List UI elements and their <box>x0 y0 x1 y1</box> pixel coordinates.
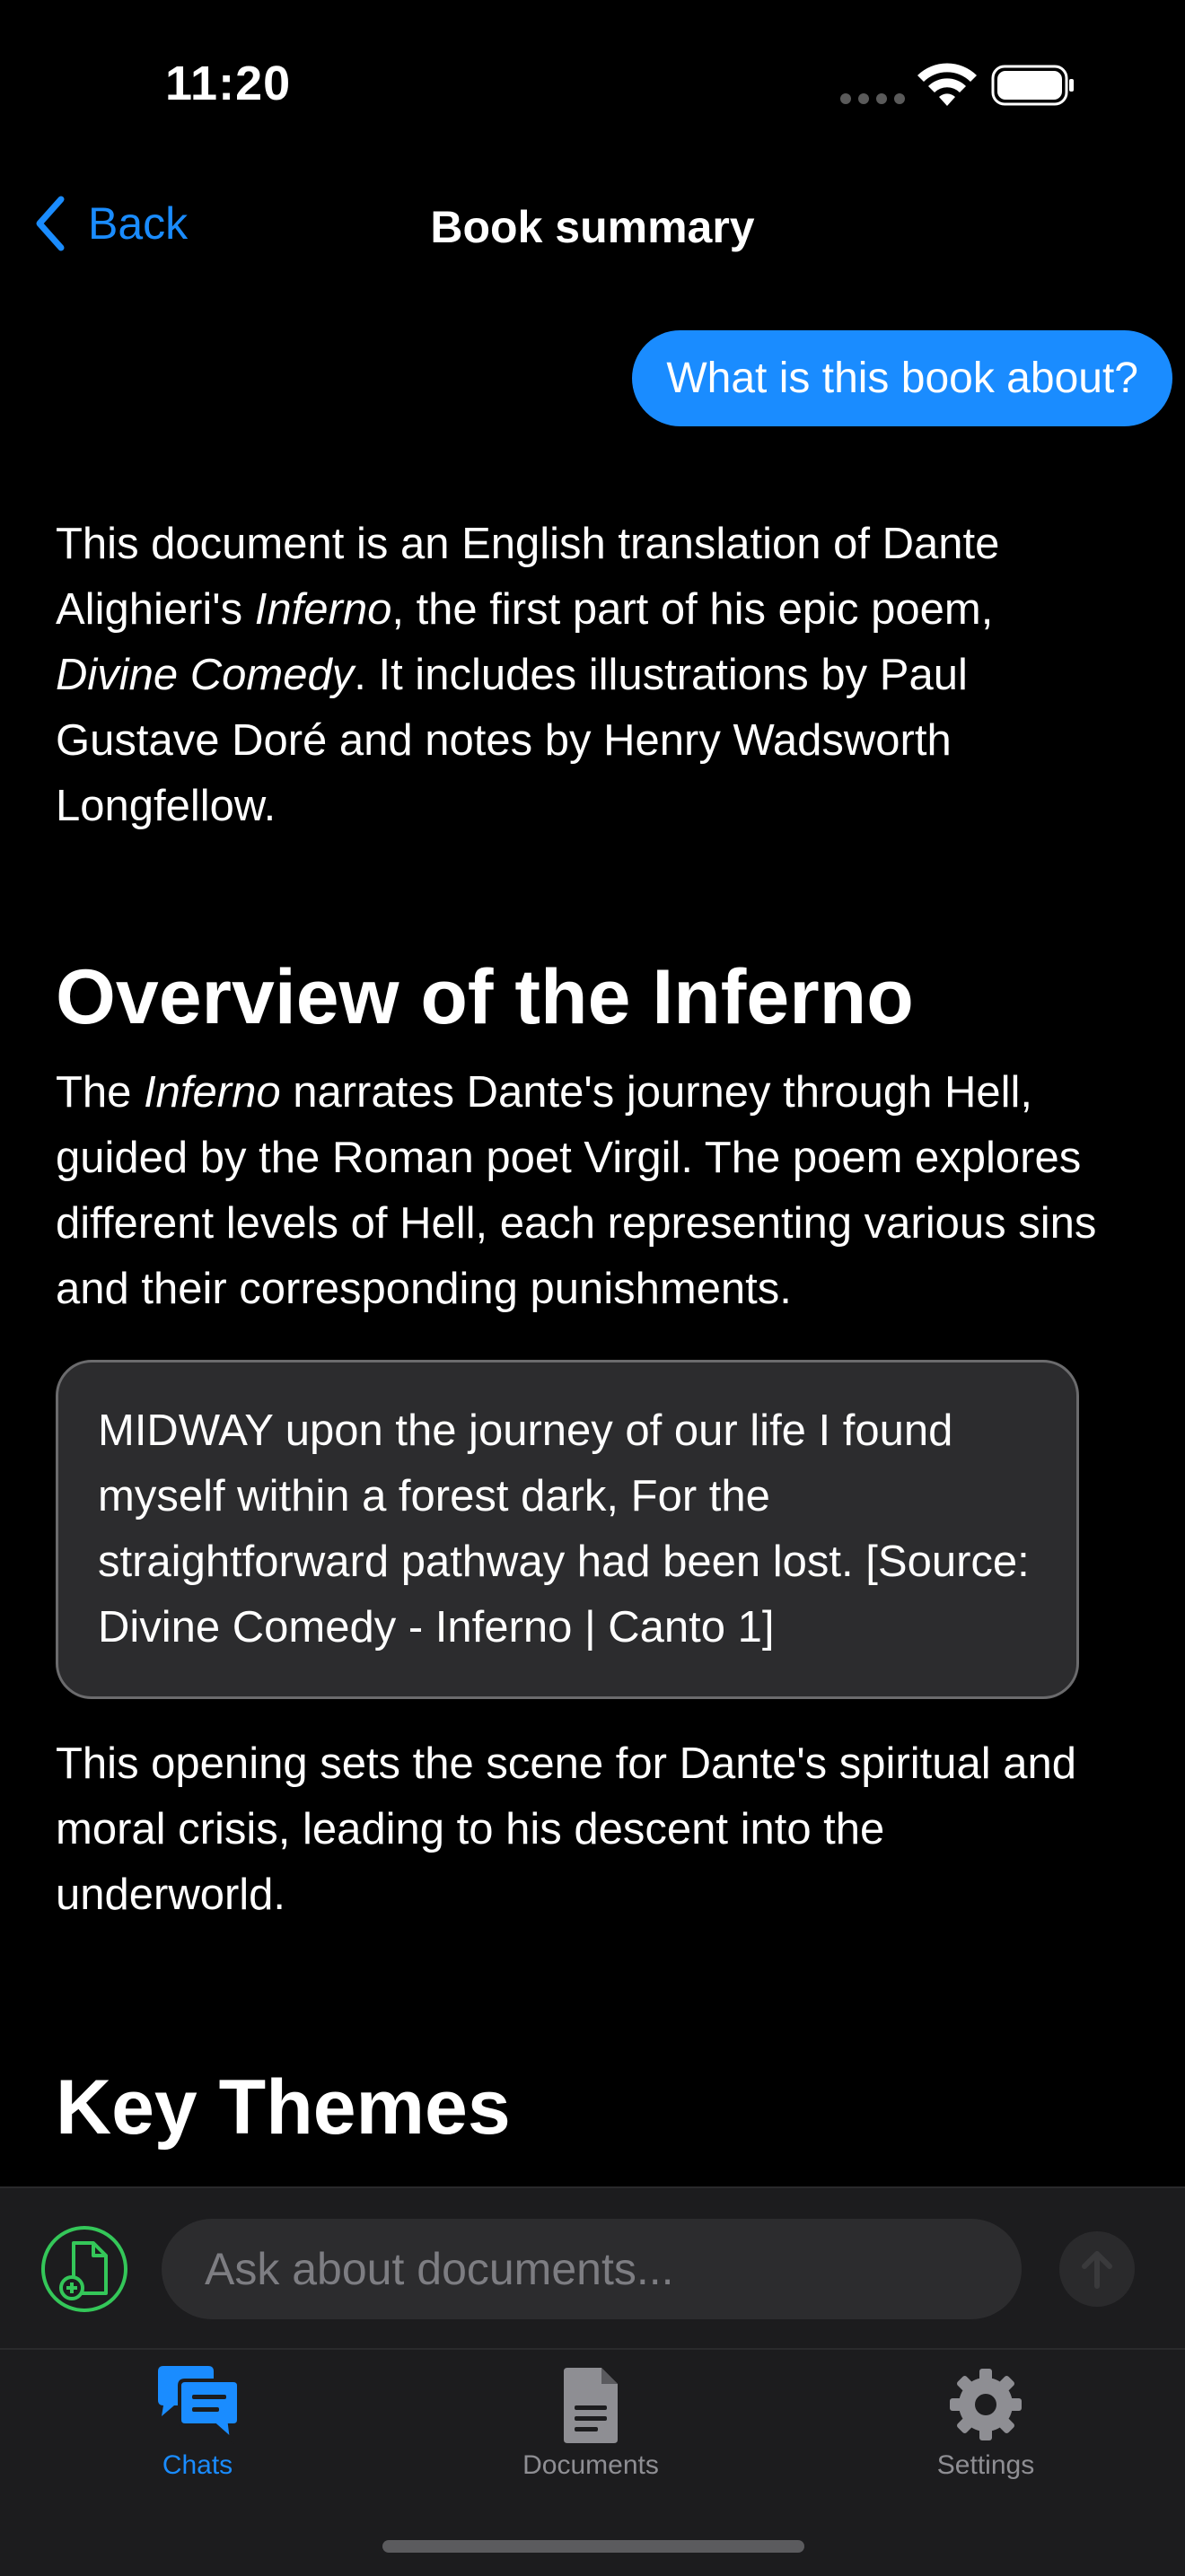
home-indicator <box>382 2540 804 2553</box>
add-document-button[interactable] <box>41 2226 127 2312</box>
document-add-icon <box>59 2241 108 2300</box>
section-heading-overview: Overview of the Inferno <box>56 954 914 1040</box>
chat-bubbles-icon <box>158 2366 241 2445</box>
section-heading-key-themes: Key Themes <box>56 2064 511 2151</box>
document-icon <box>564 2368 618 2443</box>
gear-icon <box>950 2369 1022 2440</box>
closing-paragraph: This opening sets the scene for Dante's … <box>56 1739 1077 1919</box>
quote-text: MIDWAY upon the journey of our life I fo… <box>98 1406 1030 1652</box>
battery-icon <box>991 65 1074 106</box>
cellular-signal-icon <box>840 93 905 104</box>
tab-documents[interactable]: Documents <box>483 2364 698 2481</box>
tab-chats-label: Chats <box>162 2450 233 2480</box>
send-button[interactable] <box>1059 2231 1135 2307</box>
arrow-up-icon <box>1082 2251 1112 2289</box>
message-input-bar <box>0 2186 1185 2350</box>
status-bar: 11:20 <box>0 0 1185 162</box>
quote-block: MIDWAY upon the journey of our life I fo… <box>56 1360 1079 1699</box>
user-message-bubble: What is this book about? <box>632 330 1172 426</box>
navigation-bar: Back Book summary <box>0 171 1185 278</box>
tab-settings[interactable]: Settings <box>878 2364 1093 2481</box>
tab-settings-label: Settings <box>936 2450 1035 2480</box>
message-input[interactable] <box>162 2219 1022 2319</box>
chat-transcript[interactable]: What is this book about? This document i… <box>0 323 1185 2186</box>
assistant-answer: This document is an English translation … <box>56 512 1115 2152</box>
answer-intro-paragraph: This document is an English translation … <box>56 520 1000 830</box>
tab-chats[interactable]: Chats <box>90 2364 305 2481</box>
tab-documents-label: Documents <box>522 2450 659 2480</box>
page-title: Book summary <box>430 202 755 252</box>
overview-paragraph: The Inferno narrates Dante's journey thr… <box>56 1068 1097 1313</box>
status-time: 11:20 <box>165 57 292 110</box>
wifi-icon <box>917 63 977 106</box>
